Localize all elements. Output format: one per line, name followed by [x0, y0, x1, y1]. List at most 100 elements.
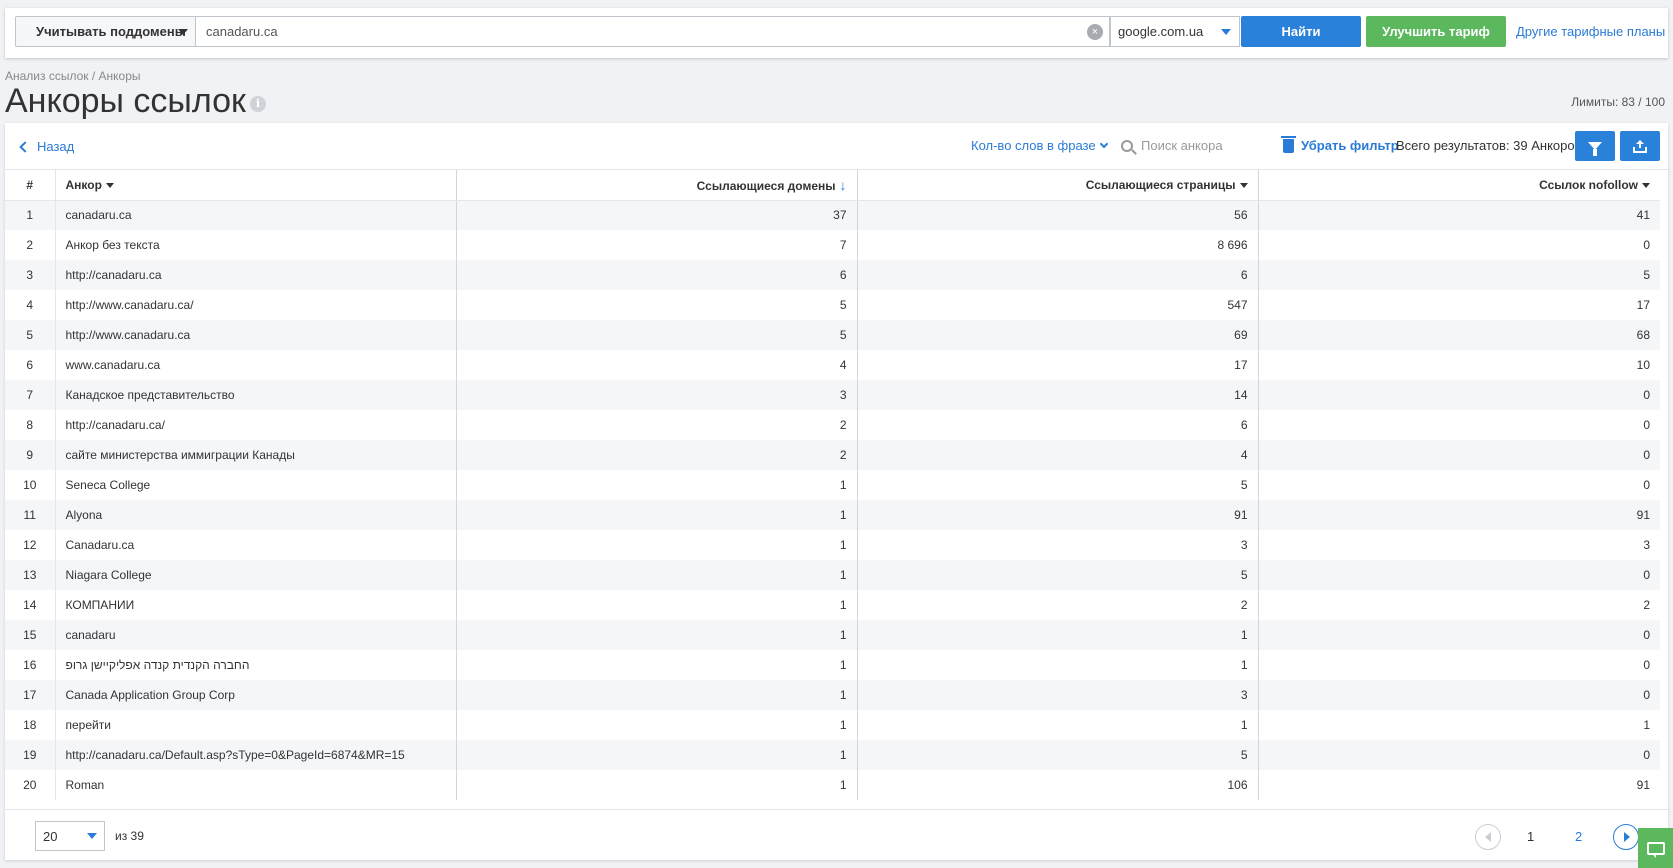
row-anchor[interactable]: Seneca College [55, 470, 457, 500]
row-anchor[interactable]: Alyona [55, 500, 457, 530]
row-referring-domains: 1 [456, 740, 858, 770]
per-page-select[interactable]: 20 [35, 821, 105, 851]
row-nofollow: 68 [1258, 320, 1660, 350]
row-anchor[interactable]: www.canadaru.ca [55, 350, 457, 380]
col-referring-domains[interactable]: Ссылающиеся домены ↓ [456, 170, 858, 201]
back-button[interactable]: Назад [19, 139, 74, 154]
of-total-text: из 39 [115, 829, 144, 843]
row-anchor[interactable]: http://www.canadaru.ca/ [55, 290, 457, 320]
table-row: 19 http://canadaru.ca/Default.asp?sType=0… [5, 740, 1660, 770]
row-nofollow: 0 [1643, 478, 1650, 492]
row-anchor[interactable]: canadaru.ca [55, 200, 457, 230]
row-nofollow: 2 [1643, 598, 1650, 612]
row-number: 4 [5, 290, 56, 320]
caret-down-icon [178, 29, 188, 35]
upgrade-plan-button[interactable]: Улучшить тариф [1366, 16, 1506, 47]
row-nofollow: 5 [1258, 260, 1660, 290]
row-referring-domains: 1 [456, 680, 858, 710]
domain-input[interactable]: canadaru.ca × [196, 16, 1110, 47]
row-anchor[interactable]: КОМПАНИИ [55, 590, 457, 620]
row-number: 1 [5, 200, 56, 230]
col-number: # [5, 170, 56, 201]
row-referring-pages: 1 [857, 710, 1259, 740]
caret-down-icon [1221, 29, 1231, 35]
row-referring-domains: 1 [456, 470, 858, 500]
row-anchor[interactable]: http://canadaru.ca [55, 260, 457, 290]
row-referring-pages: 56 [857, 200, 1259, 230]
row-referring-pages: 8 696 [857, 230, 1259, 260]
row-referring-pages: 6 [857, 260, 1259, 290]
row-anchor[interactable]: http://canadaru.ca/ [55, 410, 457, 440]
row-anchor[interactable]: Canada Application Group Corp [55, 680, 457, 710]
row-anchor[interactable]: http://canadaru.ca/Default.asp?sType=0&P… [55, 740, 457, 770]
table-row: 5 http://www.canadaru.ca 5 69 68 [5, 320, 1660, 350]
row-referring-domains: 1 [456, 770, 858, 800]
top-search-bar: Учитывать поддомены canadaru.ca × google… [5, 8, 1668, 58]
table-row: 13 Niagara College 1 5 0 [5, 560, 1660, 590]
breadcrumb[interactable]: Анализ ссылок / Анкоры [5, 69, 141, 83]
row-nofollow: 91 [1258, 500, 1660, 530]
find-button[interactable]: Найти [1241, 16, 1361, 47]
col-anchor[interactable]: Анкор [55, 170, 457, 201]
row-nofollow: 0 [1643, 658, 1650, 672]
words-count-filter[interactable]: Кол-во слов в фразе [971, 138, 1108, 153]
info-icon[interactable]: i [250, 96, 266, 112]
row-referring-domains: 1 [456, 620, 858, 650]
row-anchor[interactable]: Анкор без текста [55, 230, 457, 260]
table-row: 11 Alyona 1 91 91 [5, 500, 1660, 530]
row-nofollow: 0 [1258, 560, 1660, 590]
search-engine-select[interactable]: google.com.ua [1110, 16, 1240, 47]
remove-filter-button[interactable]: Убрать фильтр [1281, 136, 1399, 153]
row-referring-pages: 91 [857, 500, 1259, 530]
table-row: 7 Канадское представительство 3 14 0 [5, 380, 1660, 410]
table-row: 14 КОМПАНИИ 1 2 2 [5, 590, 1660, 620]
row-referring-domains: 5 [456, 320, 858, 350]
row-anchor[interactable]: http://www.canadaru.ca [55, 320, 457, 350]
col-nofollow-links[interactable]: Ссылок nofollow [1258, 170, 1660, 201]
next-page-button[interactable] [1613, 824, 1639, 850]
limits-text: Лимиты: 83 / 100 [1571, 95, 1665, 109]
row-anchor[interactable]: canadaru [55, 620, 457, 650]
row-nofollow: 17 [1636, 298, 1650, 312]
clear-icon[interactable]: × [1087, 24, 1103, 40]
row-referring-pages: 17 [857, 350, 1259, 380]
row-anchor[interactable]: перейти [55, 710, 457, 740]
row-anchor[interactable]: Canadaru.ca [55, 530, 457, 560]
row-anchor[interactable]: Niagara College [55, 560, 457, 590]
subdomains-select[interactable]: Учитывать поддомены [15, 16, 196, 47]
row-referring-domains: 4 [456, 350, 858, 380]
page-1-link[interactable]: 1 [1527, 829, 1534, 844]
prev-page-button[interactable] [1475, 824, 1501, 850]
filter-button[interactable] [1575, 131, 1615, 161]
sort-caret-icon [105, 183, 114, 189]
row-referring-pages: 5 [857, 470, 1259, 500]
row-anchor[interactable]: החברה הקנדית קנדה אפליקיישן גרופ [55, 650, 457, 680]
other-plans-link[interactable]: Другие тарифные планы [1516, 24, 1665, 39]
row-anchor[interactable]: сайте министерства иммиграции Канады [55, 440, 457, 470]
row-nofollow: 0 [1643, 418, 1650, 432]
col-referring-pages[interactable]: Ссылающиеся страницы [857, 170, 1259, 201]
row-referring-pages: 5 [857, 740, 1259, 770]
row-nofollow: 0 [1258, 620, 1660, 650]
row-number: 6 [5, 350, 56, 380]
chat-icon [1646, 841, 1665, 858]
chat-button[interactable] [1638, 828, 1673, 868]
row-number: 11 [5, 500, 56, 530]
table-row: 2 Анкор без текста 7 8 696 0 [5, 230, 1660, 260]
caret-down-icon [87, 833, 97, 839]
row-nofollow: 3 [1643, 538, 1650, 552]
row-number: 18 [5, 710, 56, 740]
row-referring-domains: 5 [456, 290, 858, 320]
table-row: 8 http://canadaru.ca/2 6 0 [5, 410, 1660, 440]
row-anchor[interactable]: Канадское представительство [55, 380, 457, 410]
row-anchor[interactable]: Roman [55, 770, 457, 800]
row-referring-pages: 3 [857, 530, 1259, 560]
table-toolbar: Назад Кол-во слов в фразе Поиск анкора У… [5, 123, 1668, 170]
export-button[interactable] [1620, 131, 1660, 161]
anchor-search-input[interactable]: Поиск анкора [1121, 138, 1223, 153]
table-header-row: # Анкор Ссылающиеся домены ↓ Ссылающиеся … [5, 170, 1660, 201]
page-2-link[interactable]: 2 [1575, 829, 1582, 844]
row-number: 9 [5, 440, 56, 470]
filter-icon [1588, 142, 1602, 156]
row-number: 16 [5, 650, 56, 680]
